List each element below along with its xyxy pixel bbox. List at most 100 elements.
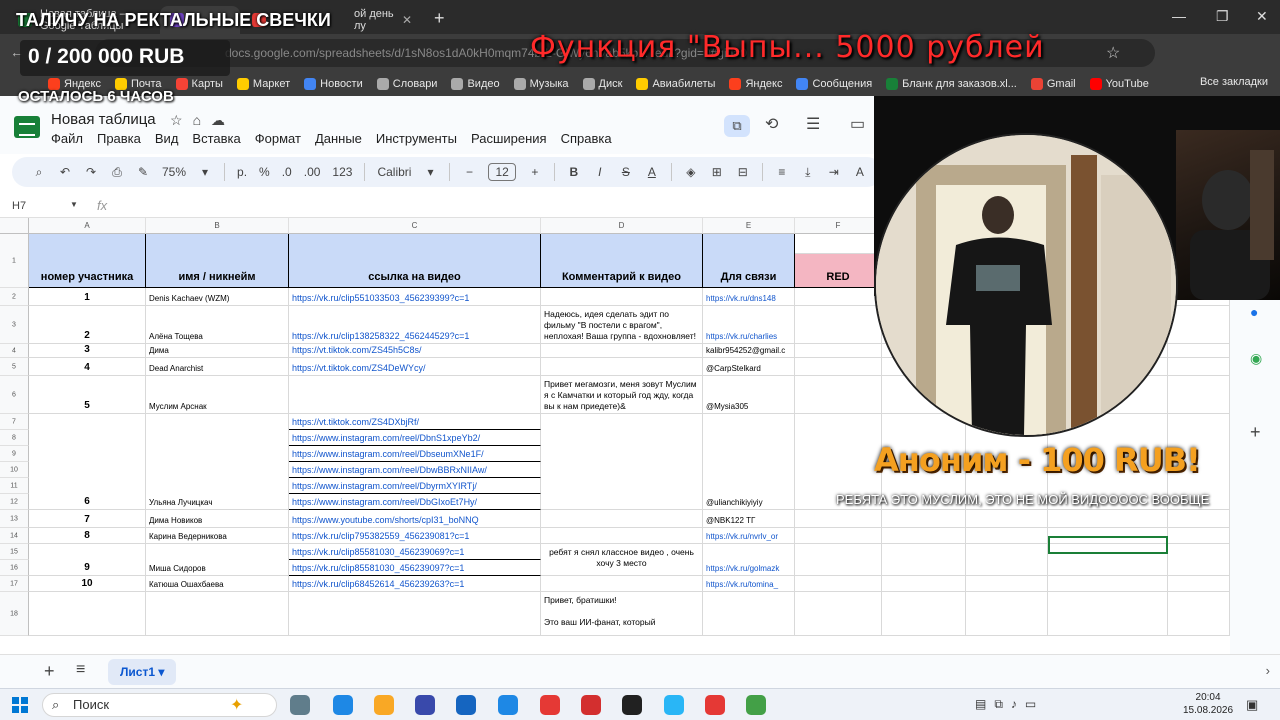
menu-item[interactable]: Формат [255, 131, 301, 146]
video-link-cell[interactable]: https://vk.ru/clip138258322_456244529?c=… [289, 306, 541, 344]
undo-icon[interactable]: ↶ [52, 165, 78, 179]
empty-cell[interactable] [795, 510, 882, 528]
maps-icon[interactable]: ◉ [1250, 350, 1262, 367]
contact-cell[interactable]: https://vk.ru/tomina_ [703, 576, 795, 592]
participant-name-cell[interactable]: Катюша Ошахбаева [146, 576, 289, 592]
valign-icon[interactable]: ⤓ [795, 165, 821, 180]
telegram-app-icon[interactable] [664, 695, 684, 715]
store-app-icon[interactable] [415, 695, 435, 715]
participant-number-cell[interactable] [29, 592, 146, 636]
empty-cell[interactable] [1048, 576, 1168, 592]
participant-number-cell[interactable]: 4 [29, 358, 146, 376]
sheet-tab-list1[interactable]: Лист1 ▾ [108, 659, 177, 685]
yandex-y-app-icon[interactable] [540, 695, 560, 715]
contact-cell[interactable]: @NBK122 ТГ [703, 510, 795, 528]
video-link-cell[interactable]: https://www.instagram.com/reel/DbseumXNe… [289, 446, 541, 462]
side-panel-toggle-icon[interactable]: › [1266, 663, 1270, 678]
video-link-cell[interactable] [289, 592, 541, 636]
print-icon[interactable]: ⎙ [104, 165, 130, 180]
video-link[interactable]: https://www.instagram.com/reel/DbyrmXYIR… [292, 481, 537, 491]
comments-icon[interactable]: ☰ [806, 114, 820, 134]
star-icon[interactable]: ☆ [170, 112, 183, 129]
header-cell-d[interactable]: Комментарий к видео [541, 234, 703, 288]
bookmark-item[interactable]: Маркет [236, 78, 290, 90]
comment-cell[interactable] [541, 528, 703, 544]
participant-name-cell[interactable]: Дима [146, 344, 289, 358]
explorer-app-icon[interactable] [374, 695, 394, 715]
paint-format-icon[interactable]: ✎ [130, 165, 156, 179]
menu-item[interactable]: Справка [561, 131, 612, 146]
unknown-blue-app-icon[interactable] [498, 695, 518, 715]
text-wrap-icon[interactable]: ⇥ [821, 165, 847, 179]
participant-name-cell[interactable]: Карина Ведерникова [146, 528, 289, 544]
bookmark-item[interactable]: Карты [175, 78, 223, 90]
participant-number-cell[interactable]: 2 [29, 306, 146, 344]
comment-cell[interactable]: Привет мегамозги, меня зовут Муслим я с … [541, 376, 703, 414]
participant-number-cell[interactable]: 6 [29, 414, 146, 510]
empty-cell[interactable] [1168, 376, 1230, 414]
video-link-cell[interactable]: https://vk.ru/clip795382559_456239081?c=… [289, 528, 541, 544]
chrome-app-icon[interactable] [746, 695, 766, 715]
empty-cell[interactable] [1168, 306, 1230, 344]
empty-cell[interactable] [882, 576, 966, 592]
meet-icon[interactable]: ▭ [850, 114, 865, 134]
bookmark-item[interactable]: Словари [376, 78, 437, 90]
volume-icon[interactable]: ♪ [1011, 697, 1017, 712]
bookmark-star-icon[interactable]: ☆ [1106, 43, 1120, 63]
close-window-icon[interactable]: ✕ [1256, 8, 1268, 25]
comment-cell[interactable] [541, 510, 703, 528]
bookmark-item[interactable]: Сообщения [796, 78, 872, 90]
explore-icon[interactable]: ⧉ [724, 115, 750, 137]
contact-cell[interactable]: https://vk.ru/nvrlv_or [703, 528, 795, 544]
comment-cell[interactable]: Надеюсь, идея сделать эдит по фильму "В … [541, 306, 703, 344]
minimize-icon[interactable]: — [1172, 8, 1186, 24]
row-header[interactable]: 11 [0, 478, 29, 494]
row-header[interactable]: 10 [0, 462, 29, 478]
video-link-cell[interactable]: https://www.youtube.com/shorts/cpI31_boN… [289, 510, 541, 528]
participant-name-cell[interactable]: Ульяна Лучицкач [146, 414, 289, 510]
video-link-cell[interactable]: https://vk.ru/clip68452614_456239263?c=1 [289, 576, 541, 592]
participant-name-cell[interactable]: Дима Новиков [146, 510, 289, 528]
empty-cell[interactable] [1168, 344, 1230, 358]
bookmark-item[interactable]: Авиабилеты [636, 78, 715, 90]
decrease-decimal-button[interactable]: .0 [276, 165, 298, 179]
participant-number-cell[interactable]: 10 [29, 576, 146, 592]
empty-cell[interactable] [966, 576, 1048, 592]
participant-name-cell[interactable] [146, 592, 289, 636]
menu-item[interactable]: Данные [315, 131, 362, 146]
empty-cell[interactable] [882, 544, 966, 576]
header-cell-e[interactable]: Для связи [703, 234, 795, 288]
video-link[interactable]: https://www.instagram.com/reel/DbGIxoEt7… [292, 497, 537, 507]
font-dropdown-icon[interactable]: ▾ [417, 165, 443, 179]
network-icon[interactable]: ⧉ [994, 697, 1003, 712]
participant-number-cell[interactable]: 1 [29, 288, 146, 306]
bookmark-item[interactable]: Диск [582, 78, 622, 90]
maximize-icon[interactable]: ❐ [1216, 8, 1229, 25]
video-link-cell[interactable]: https://vt.tiktok.com/ZS4DeWYcy/ [289, 358, 541, 376]
video-link[interactable]: https://www.instagram.com/reel/DbwBBRxNI… [292, 465, 537, 475]
menu-item[interactable]: Расширения [471, 131, 547, 146]
all-sheets-button[interactable]: ≡ [76, 661, 85, 679]
row-header[interactable]: 12 [0, 494, 29, 510]
row-header[interactable]: 6 [0, 376, 29, 414]
search-menus-icon[interactable]: ⌕ [26, 165, 52, 180]
empty-cell[interactable] [795, 358, 882, 376]
video-link[interactable]: https://vk.ru/clip138258322_456244529?c=… [292, 331, 537, 341]
video-link-cell[interactable]: https://www.instagram.com/reel/DbnS1xpeY… [289, 430, 541, 446]
zoom-select[interactable]: 75% [156, 165, 192, 179]
contact-cell[interactable]: @CarpStelkard [703, 358, 795, 376]
video-link[interactable]: https://vk.ru/clip85581030_456239097?c=1 [292, 563, 537, 573]
video-link[interactable]: https://vk.ru/clip85581030_456239069?c=1 [292, 547, 537, 557]
borders-icon[interactable]: ⊞ [704, 165, 730, 179]
font-select[interactable]: Calibri [371, 165, 417, 179]
row-header[interactable]: 1 [0, 234, 29, 288]
contact-cell[interactable] [703, 592, 795, 636]
bookmark-item[interactable]: Новости [304, 78, 363, 90]
strikethrough-icon[interactable]: S [613, 165, 639, 179]
column-header[interactable]: F [795, 218, 882, 234]
document-title[interactable]: Новая таблица [51, 111, 156, 128]
more-formats-button[interactable]: 123 [326, 165, 358, 179]
empty-cell[interactable] [966, 528, 1048, 544]
empty-cell[interactable] [882, 528, 966, 544]
contacts-icon[interactable]: ● [1250, 304, 1258, 320]
